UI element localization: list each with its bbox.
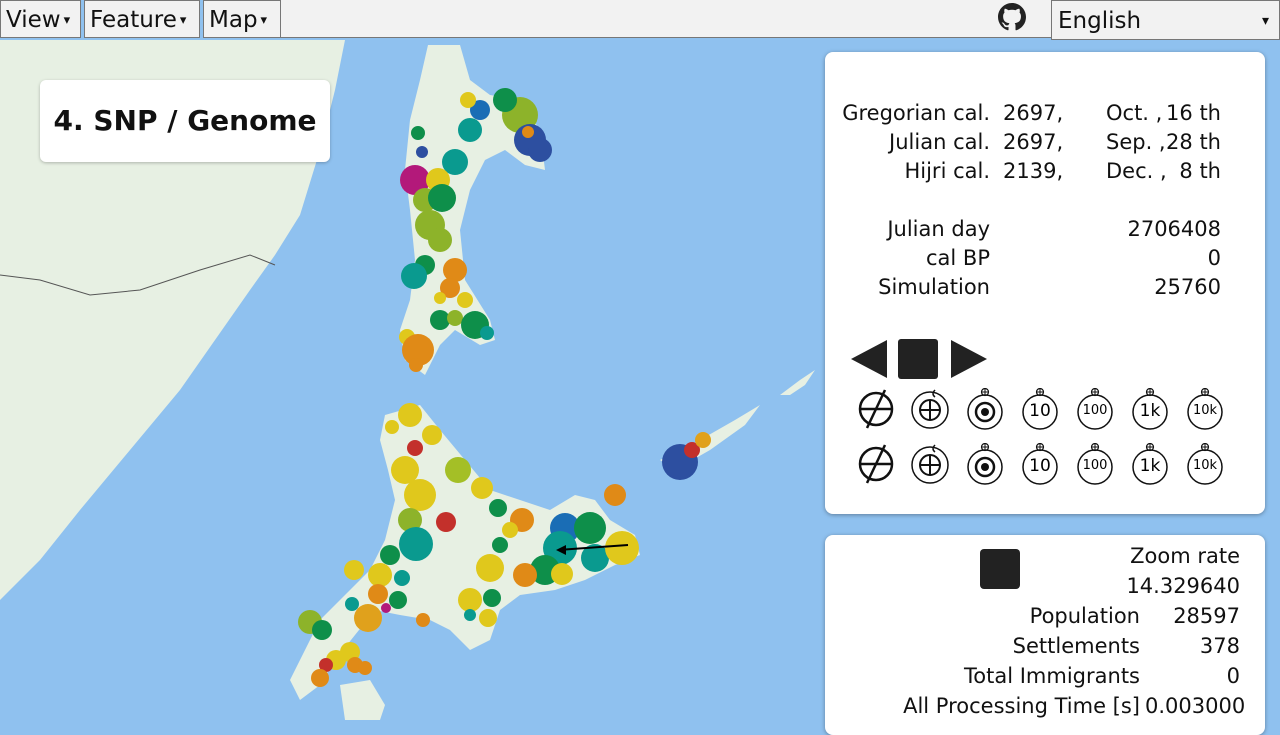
speed-10k-button[interactable]: 10k xyxy=(1184,387,1226,434)
julian-year: 2697, xyxy=(1003,130,1064,154)
calendar-control-panel: Gregorian cal. 2697, Oct. , 16 th Julian… xyxy=(825,52,1265,514)
feature-menu-label: Feature xyxy=(90,7,177,33)
zoom-rate-label: Zoom rate xyxy=(1130,544,1240,568)
speed-10k-button[interactable]: 10k xyxy=(1184,442,1226,489)
total-immigrants-value: 0 xyxy=(1226,664,1240,688)
play-back-icon[interactable] xyxy=(849,338,889,380)
reset-icon[interactable] xyxy=(855,388,897,430)
chevron-down-icon: ▾ xyxy=(260,12,268,28)
map-menu-button[interactable]: Map ▾ xyxy=(203,0,281,38)
population-label: Population xyxy=(1029,604,1140,628)
settlements-value: 378 xyxy=(1199,634,1240,658)
language-select-value: English xyxy=(1058,8,1142,34)
speed-100-label: 100 xyxy=(1082,458,1108,473)
speed-100-button[interactable]: 100 xyxy=(1074,442,1116,489)
cal-bp-label: cal BP xyxy=(926,246,990,270)
julian-day-value: 2706408 xyxy=(1127,217,1221,241)
speed-1k-label: 1k xyxy=(1139,401,1161,421)
view-menu-label: View xyxy=(6,7,61,33)
speed-10-button[interactable]: 10 xyxy=(1019,442,1061,489)
stage-title-box: 4. SNP / Genome xyxy=(40,80,330,162)
speed-1k-button[interactable]: 1k xyxy=(1129,387,1171,434)
gregorian-day: 16 th xyxy=(1166,101,1221,125)
julian-month: Sep. , xyxy=(1106,130,1166,154)
julian-label: Julian cal. xyxy=(889,130,990,154)
view-menu-button[interactable]: View ▾ xyxy=(0,0,81,38)
speed-1k-button[interactable]: 1k xyxy=(1129,442,1171,489)
hijri-label: Hijri cal. xyxy=(904,159,990,183)
hijri-day: 8 th xyxy=(1179,159,1221,183)
stop-icon[interactable] xyxy=(980,549,1020,589)
simulation-label: Simulation xyxy=(878,275,990,299)
processing-time-label: All Processing Time [s] xyxy=(903,694,1140,718)
stage-title: 4. SNP / Genome xyxy=(53,104,317,137)
speed-10k-label: 10k xyxy=(1192,458,1218,473)
speed-10k-label: 10k xyxy=(1192,403,1218,418)
feature-menu-button[interactable]: Feature ▾ xyxy=(84,0,200,38)
stop-icon[interactable] xyxy=(897,338,939,380)
language-select[interactable]: English ▾ xyxy=(1051,0,1280,40)
gregorian-month: Oct. , xyxy=(1106,101,1163,125)
hijri-year: 2139, xyxy=(1003,159,1064,183)
cal-bp-value: 0 xyxy=(1207,246,1221,270)
stats-panel: Zoom rate 14.329640 Population 28597 Set… xyxy=(825,535,1265,735)
settlements-label: Settlements xyxy=(1012,634,1140,658)
gregorian-year: 2697, xyxy=(1003,101,1064,125)
github-icon[interactable] xyxy=(998,3,1026,31)
map-menu-label: Map xyxy=(209,7,258,33)
step-plus-icon[interactable] xyxy=(909,388,951,430)
zoom-rate-value: 14.329640 xyxy=(1126,574,1240,598)
gregorian-label: Gregorian cal. xyxy=(842,101,990,125)
step-plus-icon[interactable] xyxy=(909,443,951,485)
speed-1k-label: 1k xyxy=(1139,456,1161,476)
speed-100-button[interactable]: 100 xyxy=(1074,387,1116,434)
chevron-down-icon: ▾ xyxy=(1261,13,1269,29)
simulation-value: 25760 xyxy=(1154,275,1221,299)
julian-day: 28 th xyxy=(1166,130,1221,154)
hijri-month: Dec. , xyxy=(1106,159,1167,183)
total-immigrants-label: Total Immigrants xyxy=(964,664,1140,688)
reset-icon[interactable] xyxy=(855,443,897,485)
chevron-down-icon: ▾ xyxy=(63,12,71,28)
population-value: 28597 xyxy=(1173,604,1240,628)
speed-100-label: 100 xyxy=(1082,403,1108,418)
target-speed-icon[interactable] xyxy=(964,443,1006,485)
speed-10-label: 10 xyxy=(1029,456,1051,476)
top-bar-background xyxy=(281,0,1051,38)
julian-day-label: Julian day xyxy=(887,217,990,241)
processing-time-value: 0.003000 xyxy=(1145,694,1246,718)
top-bar: View ▾ Feature ▾ Map ▾ English ▾ xyxy=(0,0,1280,40)
target-speed-icon[interactable] xyxy=(964,388,1006,430)
chevron-down-icon: ▾ xyxy=(179,12,187,28)
speed-10-label: 10 xyxy=(1029,401,1051,421)
speed-10-button[interactable]: 10 xyxy=(1019,387,1061,434)
play-forward-icon[interactable] xyxy=(949,338,989,380)
